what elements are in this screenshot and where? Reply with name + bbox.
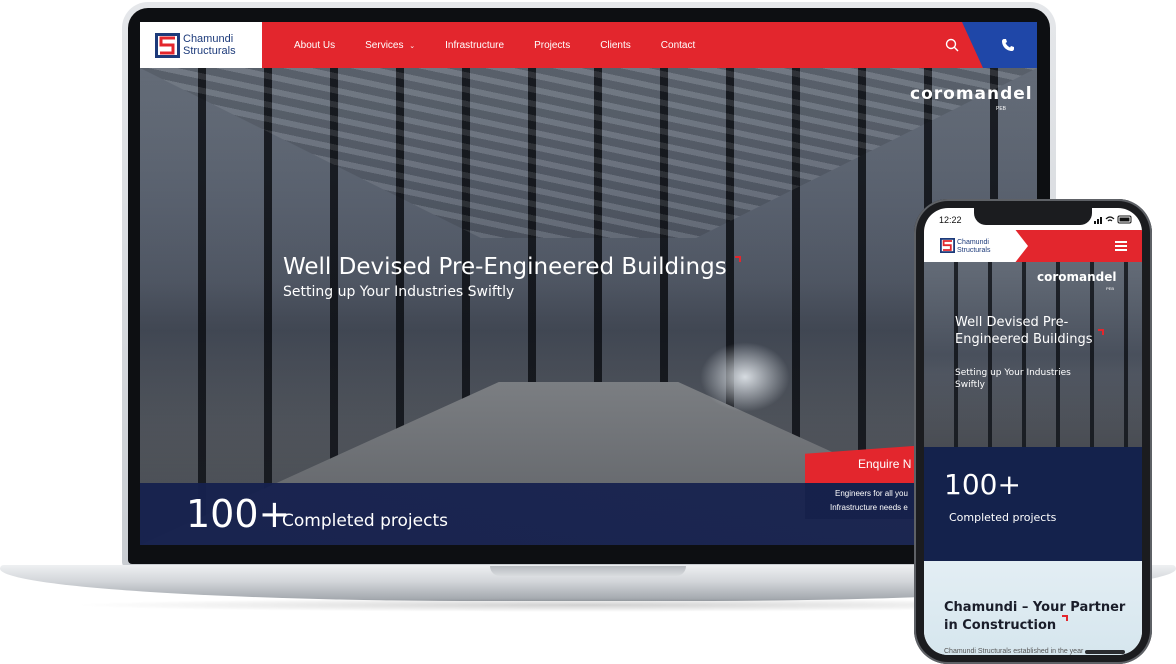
brand-line-2: Structurals xyxy=(183,45,236,57)
top-nav: Chamundi Structurals About Us Services ⌄… xyxy=(140,22,1037,68)
phone-call-button[interactable] xyxy=(962,22,1037,68)
phone-about-title-text: Chamundi – Your Partner in Construction xyxy=(944,600,1126,633)
phone-status-time: 12:22 xyxy=(939,215,962,225)
stats-number: 100+ xyxy=(186,492,291,536)
phone-screen: Chamundi Structurals coromandel PEB Well… xyxy=(924,208,1142,655)
hero-title-text: Well Devised Pre-Engineered Buildings xyxy=(283,254,727,280)
brand-line-1: Chamundi xyxy=(183,33,234,45)
phone-status-icons xyxy=(1094,215,1132,224)
partner-logo: coromandel xyxy=(910,84,1033,104)
enquire-line-2: Infrastructure needs e xyxy=(830,503,908,512)
enquire-line-1: Engineers for all you xyxy=(835,489,908,498)
nav-contact[interactable]: Contact xyxy=(661,40,695,51)
phone-about-title: Chamundi – Your Partner in Construction xyxy=(944,599,1134,635)
phone-brand-line-1: Chamundi xyxy=(957,239,989,246)
nav-projects[interactable]: Projects xyxy=(534,40,570,51)
phone-brand-line-2: Structurals xyxy=(957,246,991,254)
wifi-icon xyxy=(1105,216,1115,222)
signal-icon xyxy=(1094,217,1102,224)
phone-stats-label: Completed projects xyxy=(949,511,1057,524)
nav-about-us[interactable]: About Us xyxy=(294,40,335,51)
phone-stats-band xyxy=(924,447,1142,561)
phone-stats-number: 100+ xyxy=(944,468,1021,501)
nav-infrastructure[interactable]: Infrastructure xyxy=(445,40,504,51)
accent-corner-icon xyxy=(735,256,741,262)
accent-corner-icon xyxy=(1097,329,1104,335)
accent-corner-icon xyxy=(1061,615,1068,621)
battery-icon xyxy=(1117,215,1132,224)
chevron-down-icon: ⌄ xyxy=(409,42,416,50)
nav-links: About Us Services ⌄ Infrastructure Proje… xyxy=(294,22,725,68)
phone-hero-title-text: Well Devised Pre-Engineered Buildings xyxy=(955,315,1093,347)
laptop-screen: Chamundi Structurals About Us Services ⌄… xyxy=(140,22,1037,545)
hamburger-menu-icon[interactable] xyxy=(1115,241,1127,251)
phone-icon xyxy=(1002,39,1014,51)
brand-logo-icon[interactable] xyxy=(940,238,955,253)
hero-subtitle: Setting up Your Industries Swiftly xyxy=(283,284,515,300)
search-icon[interactable] xyxy=(944,37,960,53)
phone-hero-title: Well Devised Pre-Engineered Buildings xyxy=(955,314,1115,348)
brand-name[interactable]: Chamundi Structurals xyxy=(183,33,236,57)
nav-services-label: Services xyxy=(365,39,404,51)
phone-partner-logo: coromandel xyxy=(1037,270,1117,284)
brand-logo-icon[interactable] xyxy=(155,33,180,58)
nav-clients[interactable]: Clients xyxy=(600,40,631,51)
stats-label: Completed projects xyxy=(282,511,448,531)
phone-hero-subtitle: Setting up Your Industries Swiftly xyxy=(955,368,1071,390)
nav-services[interactable]: Services ⌄ xyxy=(365,40,415,51)
partner-logo-tagline: PEB xyxy=(996,106,1007,112)
phone-partner-tagline: PEB xyxy=(1106,286,1115,291)
phone-notch xyxy=(974,205,1092,225)
phone-brand-name[interactable]: Chamundi Structurals xyxy=(957,239,990,254)
phone-home-indicator xyxy=(1085,650,1125,654)
hero-light xyxy=(700,342,790,412)
enquire-label[interactable]: Enquire N xyxy=(858,457,911,471)
laptop-trackpad-notch xyxy=(490,566,686,576)
hero-title: Well Devised Pre-Engineered Buildings xyxy=(283,254,741,280)
